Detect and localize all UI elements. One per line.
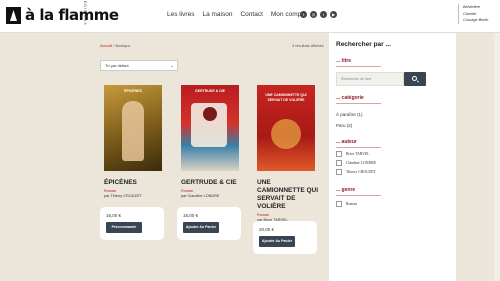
breadcrumb-current: Boutique [115,44,131,48]
result-count: 3 résultats affichés [292,44,324,48]
side-links: Belvédère Canotte Courage Berlin [458,4,488,24]
breadcrumb: Accueil / Boutique [100,44,130,48]
nav-la-maison[interactable]: La maison [202,11,232,18]
titre-heading: ... titre [336,58,352,64]
search-icon [412,76,417,81]
book-cover-image[interactable]: GERTRUDE & CIE [181,85,239,171]
product-price: 16,00 € [106,213,122,218]
product-price: 20,00 € [259,227,275,232]
add-to-cart-button[interactable]: Ajouter Au Panier [259,236,295,247]
product-card: UNE CAMIONNETTE QUI SERVAIT DE VOLIÈRE U… [253,85,319,254]
product-author[interactable]: par Claudine LONDRE [181,194,243,198]
cover-title: UNE CAMIONNETTE QUI SERVAIT DE VOLIÈRE [265,93,307,102]
main-nav: Les livres La maison Contact Mon compte [167,11,307,18]
breadcrumb-home[interactable]: Accueil [100,44,112,48]
category-a-paraitre[interactable]: À paraître (1) [336,112,363,117]
book-cover-image[interactable]: ÉPICÈNES [104,85,162,171]
product-category[interactable]: Roman [181,189,243,193]
product-card: GERTRUDE & CIE GERTRUDE & CIE Roman par … [177,85,243,240]
author-label: Thierry CROUZET [346,170,376,174]
divider [336,103,381,104]
logo-subtitle: ÉDITIONS [83,1,87,26]
category-paru[interactable]: Paru (2) [336,123,352,128]
auteur-heading: ... auteur [336,139,357,145]
facebook-icon[interactable]: f [300,11,307,18]
social-links: f ◎ t ▶ [300,11,337,18]
youtube-icon[interactable]: ▶ [330,11,337,18]
scrollbar[interactable] [494,33,500,281]
book-cover-image[interactable]: UNE CAMIONNETTE QUI SERVAIT DE VOLIÈRE [257,85,315,171]
price-box: 16,00 € Ajouter Au Panier [177,207,241,240]
sort-select[interactable]: Tri par défaut ⌄ [100,60,178,71]
sort-selected-value: Tri par défaut [105,63,129,68]
product-author[interactable]: par Thierry CROUZET [104,194,166,198]
add-to-cart-button[interactable]: Ajouter Au Panier [183,222,219,233]
title-search-input[interactable]: Rechercher de livre [336,72,404,86]
preorder-button[interactable]: Précommande [106,222,142,233]
flame-logo-icon [6,7,21,24]
divider [336,195,381,196]
logo[interactable]: à la flamme [6,7,119,24]
nav-contact[interactable]: Contact [240,11,262,18]
cover-title: GERTRUDE & CIE [195,89,225,93]
sidebar-title: Rechercher par ... [336,41,391,48]
genre-label: Roman [346,202,357,206]
site-header: à la flamme ÉDITIONS Les livres La maiso… [0,0,500,33]
product-category[interactable]: Roman [104,189,166,193]
price-box: 20,00 € Ajouter Au Panier [253,221,317,254]
author-checkbox[interactable] [336,169,342,175]
author-checkbox[interactable] [336,151,342,157]
product-category[interactable]: Roman [257,213,319,217]
product-card: ÉPICÈNES ÉPICÈNES Roman par Thierry CROU… [100,85,166,240]
cover-title: ÉPICÈNES [124,89,142,93]
side-link-courage-berlin[interactable]: Courage Berlin [463,17,488,24]
logo-text: à la flamme [25,6,119,24]
product-title[interactable]: GERTRUDE & CIE [181,179,243,187]
chevron-down-icon: ⌄ [170,63,174,68]
genre-checkbox[interactable] [336,201,342,207]
divider [336,147,381,148]
nav-les-livres[interactable]: Les livres [167,11,194,18]
instagram-icon[interactable]: ◎ [310,11,317,18]
author-checkbox[interactable] [336,160,342,166]
product-price: 16,00 € [183,213,199,218]
product-title[interactable]: UNE CAMIONNETTE QUI SERVAIT DE VOLIÈRE [257,179,319,211]
product-title[interactable]: ÉPICÈNES [104,179,166,187]
price-box: 16,00 € Précommande [100,207,164,240]
filter-sidebar: Rechercher par ... ... titre Rechercher … [329,33,456,281]
divider [336,66,381,67]
categorie-heading: ... catégorie [336,95,364,101]
genre-heading: ... genre [336,187,356,193]
search-button[interactable] [404,72,426,86]
author-label: Brice TARVEL [346,152,370,156]
author-label: Claudine LONDRE [346,161,377,165]
twitter-icon[interactable]: t [320,11,327,18]
